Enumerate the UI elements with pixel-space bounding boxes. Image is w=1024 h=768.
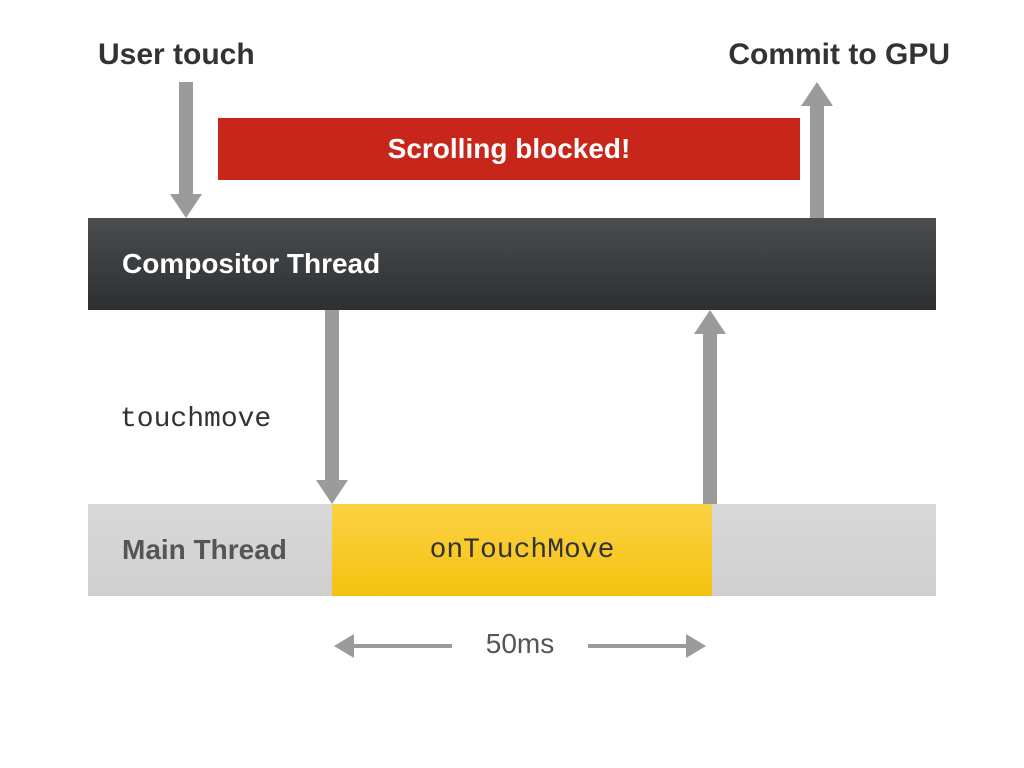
segment-ontouchmove: onTouchMove [332,504,712,596]
arrowhead-up-icon [801,82,833,106]
bar-main-thread-label: Main Thread [122,504,287,596]
banner-scrolling-blocked: Scrolling blocked! [218,118,800,180]
arrow-user-touch-down [179,82,193,198]
bar-main-thread: Main Thread onTouchMove [88,504,936,596]
diagram-stage: User touch Commit to GPU Scrolling block… [0,0,1024,768]
span-duration-right [588,644,688,648]
label-duration: 50ms [460,628,580,660]
arrow-touchmove-down [325,310,339,484]
arrowhead-down-icon [316,480,348,504]
arrowhead-right-icon [686,634,706,658]
bar-compositor-thread-label: Compositor Thread [122,248,380,280]
label-touchmove-event: touchmove [120,404,271,435]
bar-compositor-thread: Compositor Thread [88,218,936,310]
arrowhead-up-icon [694,310,726,334]
arrowhead-left-icon [334,634,354,658]
label-commit-gpu: Commit to GPU [728,38,950,72]
arrow-return-up [703,330,717,504]
segment-ontouchmove-label: onTouchMove [430,535,615,566]
span-duration-left [352,644,452,648]
arrowhead-down-icon [170,194,202,218]
arrow-commit-gpu-up [810,102,824,218]
label-user-touch: User touch [98,38,255,72]
